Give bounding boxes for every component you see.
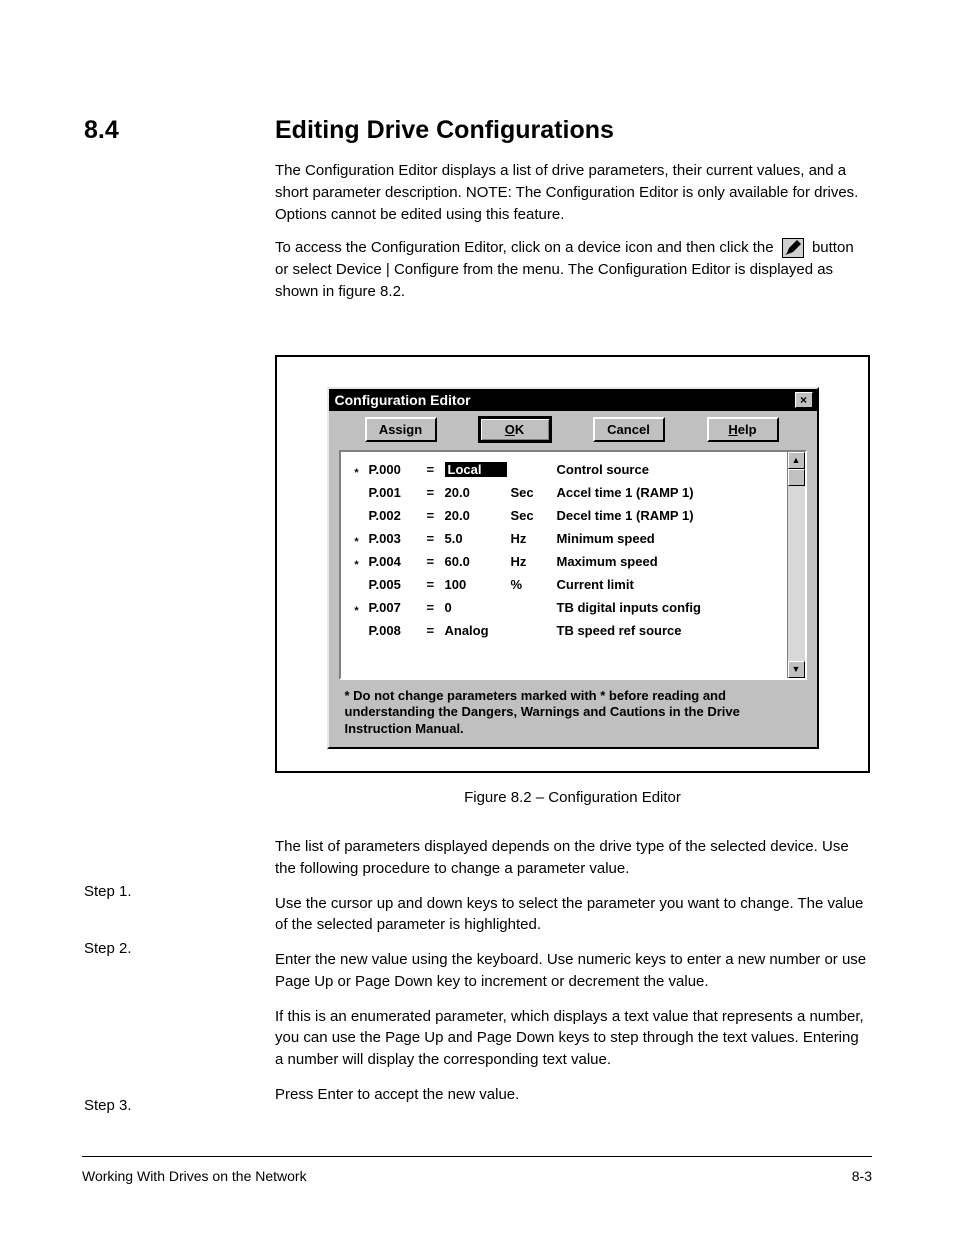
row-value[interactable]: Analog xyxy=(445,623,507,638)
row-unit: % xyxy=(511,577,553,592)
row-param: P.007 xyxy=(369,600,423,615)
row-desc: Control source xyxy=(557,462,779,477)
row-unit: Hz xyxy=(511,554,553,569)
cancel-button[interactable]: Cancel xyxy=(593,417,665,442)
row-eq: = xyxy=(427,554,441,569)
titlebar: Configuration Editor × xyxy=(329,389,817,411)
pencil-icon xyxy=(782,238,804,258)
scroll-up-icon[interactable]: ▲ xyxy=(788,452,805,469)
row-value[interactable]: 0 xyxy=(445,600,507,615)
row-eq: = xyxy=(427,531,441,546)
row-param: P.003 xyxy=(369,531,423,546)
row-param: P.000 xyxy=(369,462,423,477)
close-icon[interactable]: × xyxy=(795,392,813,408)
config-editor-dialog: Configuration Editor × Assign OK Cancel … xyxy=(327,387,819,749)
row-param: P.008 xyxy=(369,623,423,638)
intro-p1: The Configuration Editor displays a list… xyxy=(275,160,870,225)
row-desc: TB speed ref source xyxy=(557,623,779,638)
parameter-row[interactable]: * P.004 = 60.0 Hz Maximum speed xyxy=(349,554,779,569)
ok-button[interactable]: OK xyxy=(479,417,551,442)
row-desc: TB digital inputs config xyxy=(557,600,779,615)
footer-left: Working With Drives on the Network xyxy=(82,1168,307,1184)
intro-p2a: To access the Configuration Editor, clic… xyxy=(275,239,778,256)
step1-text: Use the cursor up and down keys to selec… xyxy=(275,893,870,937)
parameter-row[interactable]: P.008 = Analog TB speed ref source xyxy=(349,623,779,638)
row-desc: Decel time 1 (RAMP 1) xyxy=(557,508,779,523)
row-star: * xyxy=(349,559,365,571)
row-star: * xyxy=(349,467,365,479)
parameter-row[interactable]: P.005 = 100% Current limit xyxy=(349,577,779,592)
parameter-list-inner: * P.000 = Local Control source P.001 = 20.0 Sec A… xyxy=(341,452,787,678)
help-button[interactable]: Help xyxy=(707,417,779,442)
row-eq: = xyxy=(427,462,441,477)
step2-text-b: If this is an enumerated parameter, whic… xyxy=(275,1006,870,1071)
step3-text: Press Enter to accept the new value. xyxy=(275,1084,870,1106)
parameter-row[interactable]: * P.003 = 5.0 Hz Minimum speed xyxy=(349,531,779,546)
row-eq: = xyxy=(427,623,441,638)
row-param: P.005 xyxy=(369,577,423,592)
row-unit: Sec xyxy=(511,508,553,523)
row-param: P.004 xyxy=(369,554,423,569)
step2-label: Step 2. xyxy=(84,940,132,957)
row-value[interactable]: 5.0 xyxy=(445,531,507,546)
footer-rule xyxy=(82,1156,872,1157)
dialog-title: Configuration Editor xyxy=(333,392,795,408)
figure-caption: Figure 8.2 – Configuration Editor xyxy=(275,789,870,806)
row-eq: = xyxy=(427,577,441,592)
parameter-row[interactable]: P.001 = 20.0 Sec Accel time 1 (RAMP 1) xyxy=(349,485,779,500)
intro-p2: To access the Configuration Editor, clic… xyxy=(275,237,870,302)
step3-label: Step 3. xyxy=(84,1097,132,1114)
parameter-list[interactable]: * P.000 = Local Control source P.001 = 20.0 Sec A… xyxy=(339,450,807,680)
step2-text: Enter the new value using the keyboard. … xyxy=(275,949,870,993)
scroll-track[interactable] xyxy=(788,486,805,661)
dialog-toolbar: Assign OK Cancel Help xyxy=(329,411,817,450)
row-eq: = xyxy=(427,600,441,615)
row-unit: Hz xyxy=(511,531,553,546)
row-value[interactable]: 20.0 xyxy=(445,508,507,523)
dialog-warning: * Do not change parameters marked with *… xyxy=(341,684,805,743)
figure-wrap: Configuration Editor × Assign OK Cancel … xyxy=(275,355,870,806)
step1-label: Step 1. xyxy=(84,883,132,900)
parameter-row[interactable]: * P.007 = 0 TB digital inputs config xyxy=(349,600,779,615)
row-unit: Sec xyxy=(511,485,553,500)
row-desc: Minimum speed xyxy=(557,531,779,546)
row-param: P.002 xyxy=(369,508,423,523)
row-desc: Accel time 1 (RAMP 1) xyxy=(557,485,779,500)
assign-button[interactable]: Assign xyxy=(365,417,437,442)
row-value[interactable]: Local xyxy=(445,462,507,477)
lower-text: The list of parameters displayed depends… xyxy=(275,836,870,1119)
row-star: * xyxy=(349,605,365,617)
intro-text: The Configuration Editor displays a list… xyxy=(275,160,870,315)
footer-right: 8-3 xyxy=(852,1168,872,1184)
lower-p1: The list of parameters displayed depends… xyxy=(275,836,870,880)
scrollbar[interactable]: ▲ ▼ xyxy=(787,452,805,678)
row-desc: Maximum speed xyxy=(557,554,779,569)
scroll-thumb[interactable] xyxy=(788,469,805,486)
row-value[interactable]: 60.0 xyxy=(445,554,507,569)
row-param: P.001 xyxy=(369,485,423,500)
parameter-row[interactable]: * P.000 = Local Control source xyxy=(349,462,779,477)
row-value[interactable]: 20.0 xyxy=(445,485,507,500)
row-eq: = xyxy=(427,485,441,500)
row-value[interactable]: 100 xyxy=(445,577,507,592)
row-desc: Current limit xyxy=(557,577,779,592)
figure-box: Configuration Editor × Assign OK Cancel … xyxy=(275,355,870,773)
section-title: Editing Drive Configurations xyxy=(275,116,614,145)
row-star: * xyxy=(349,536,365,548)
row-eq: = xyxy=(427,508,441,523)
parameter-row[interactable]: P.002 = 20.0 Sec Decel time 1 (RAMP 1) xyxy=(349,508,779,523)
scroll-down-icon[interactable]: ▼ xyxy=(788,661,805,678)
section-number: 8.4 xyxy=(84,116,119,145)
